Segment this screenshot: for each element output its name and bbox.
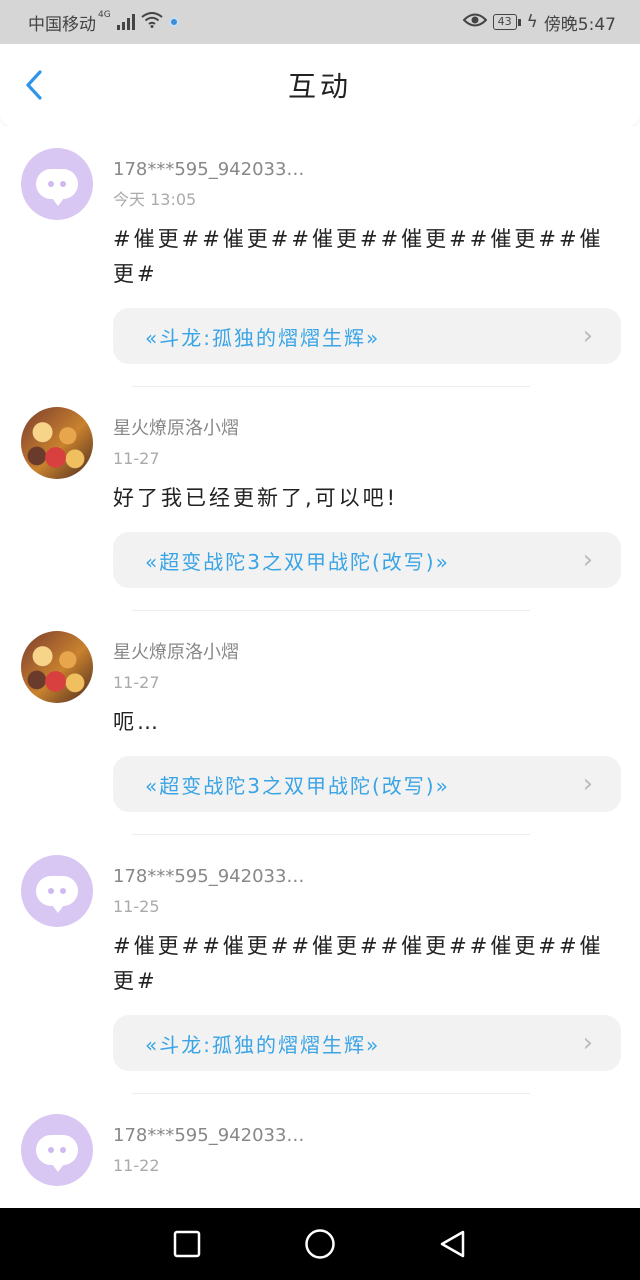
avatar[interactable]	[21, 1114, 93, 1186]
battery-icon: 43	[492, 14, 521, 30]
avatar[interactable]	[21, 855, 93, 927]
list-item[interactable]: 178***595_942033… 11-25 #催更##催更##催更##催更#…	[0, 835, 640, 1094]
chat-bubble-icon	[36, 876, 78, 913]
page-title: 互动	[287, 70, 352, 103]
signal-icon	[116, 14, 135, 30]
carrier-label: 中国移动	[28, 14, 96, 35]
chevron-right-icon: ›	[582, 545, 593, 575]
list-item[interactable]: 178***595_942033… 11-22	[0, 1094, 640, 1186]
timestamp: 11-27	[113, 449, 160, 468]
home-button[interactable]	[300, 1224, 340, 1264]
network-type: 4G	[98, 10, 111, 20]
avatar[interactable]	[21, 148, 93, 220]
book-title: «斗龙:孤独的熠熠生辉»	[145, 1032, 381, 1057]
chat-bubble-icon	[36, 1135, 78, 1172]
clock: 傍晚5:47	[543, 14, 616, 35]
avatar[interactable]	[21, 631, 93, 703]
timestamp: 11-25	[113, 897, 160, 916]
book-title: «超变战陀3之双甲战陀(改写)»	[145, 549, 450, 574]
wifi-icon	[141, 12, 163, 32]
interaction-list[interactable]: 178***595_942033… 今天 13:05 #催更##催更##催更##…	[0, 126, 640, 1208]
message-text: 好了我已经更新了,可以吧!	[113, 486, 399, 510]
list-item[interactable]: 星火燎原洛小熠 11-27 呃… «超变战陀3之双甲战陀(改写)» ›	[0, 611, 640, 835]
chat-bubble-icon	[36, 169, 78, 206]
chevron-right-icon: ›	[582, 769, 593, 799]
circle-icon	[305, 1229, 335, 1259]
username[interactable]: 178***595_942033…	[113, 1114, 313, 1150]
chevron-right-icon: ›	[582, 321, 593, 351]
timestamp: 11-22	[113, 1156, 160, 1175]
username[interactable]: 星火燎原洛小熠	[113, 407, 313, 443]
avatar[interactable]	[21, 407, 93, 479]
message-text: 呃…	[113, 710, 161, 734]
username[interactable]: 星火燎原洛小熠	[113, 631, 313, 667]
book-link[interactable]: «超变战陀3之双甲战陀(改写)» ›	[113, 532, 621, 588]
book-link[interactable]: «斗龙:孤独的熠熠生辉» ›	[113, 308, 621, 364]
recent-apps-button[interactable]	[167, 1224, 207, 1264]
back-nav-button[interactable]	[433, 1224, 473, 1264]
username[interactable]: 178***595_942033…	[113, 855, 313, 891]
header: 互动	[0, 44, 640, 126]
book-title: «斗龙:孤独的熠熠生辉»	[145, 325, 381, 350]
timestamp: 11-27	[113, 673, 160, 692]
book-link[interactable]: «超变战陀3之双甲战陀(改写)» ›	[113, 756, 621, 812]
square-icon	[173, 1230, 200, 1258]
battery-level: 43	[492, 14, 517, 30]
status-bar: 中国移动 4G 43 ϟ 傍晚5:47	[0, 0, 640, 44]
message-text: #催更##催更##催更##催更##催更##催更#	[113, 227, 604, 286]
back-button[interactable]	[18, 68, 52, 102]
book-title: «超变战陀3之双甲战陀(改写)»	[145, 773, 450, 798]
book-link[interactable]: «斗龙:孤独的熠熠生辉» ›	[113, 1015, 621, 1071]
chevron-right-icon: ›	[582, 1028, 593, 1058]
chevron-left-icon	[26, 70, 42, 100]
charging-icon: ϟ	[526, 12, 538, 32]
username[interactable]: 178***595_942033…	[113, 148, 313, 184]
eye-comfort-icon	[462, 12, 488, 33]
list-item[interactable]: 178***595_942033… 今天 13:05 #催更##催更##催更##…	[0, 126, 640, 387]
triangle-back-icon	[441, 1230, 465, 1258]
list-item[interactable]: 星火燎原洛小熠 11-27 好了我已经更新了,可以吧! «超变战陀3之双甲战陀(…	[0, 387, 640, 611]
system-nav-bar	[0, 1208, 640, 1280]
message-text: #催更##催更##催更##催更##催更##催更#	[113, 934, 604, 993]
timestamp: 今天 13:05	[113, 190, 197, 209]
notification-dot-icon	[168, 17, 179, 27]
